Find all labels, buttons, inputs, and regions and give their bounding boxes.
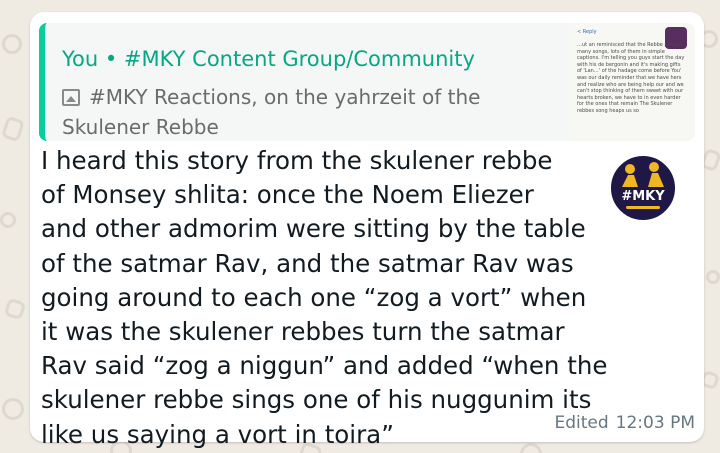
- message-time: 12:03 PM: [615, 413, 695, 433]
- thumbnail-text: …ut an reminisced that the Rebbe poised …: [577, 42, 685, 114]
- wallpaper-doodle: [706, 270, 720, 284]
- sticker-underline: [626, 206, 660, 209]
- quoted-image-thumbnail[interactable]: < Reply …ut an reminisced that the Rebbe…: [569, 23, 695, 141]
- wallpaper-doodle: [1, 115, 25, 143]
- wallpaper-doodle: [2, 398, 24, 420]
- edited-label: Edited: [554, 413, 609, 433]
- sticker-figure-head: [649, 162, 659, 172]
- mky-logo-sticker: #MKY: [609, 154, 677, 222]
- wallpaper-doodle: [2, 34, 22, 54]
- message-bubble[interactable]: You • #MKY Content Group/Community #MKY …: [30, 12, 704, 449]
- sticker-label: #MKY: [621, 189, 665, 204]
- sticker-figure-head: [625, 164, 635, 174]
- quoted-text: #MKY Reactions, on the yahrzeit of the S…: [62, 85, 481, 139]
- wallpaper-doodle: [0, 212, 16, 228]
- message-text: I heard this story from the skulener reb…: [41, 146, 608, 449]
- quoted-author: You • #MKY Content Group/Community: [62, 47, 475, 71]
- sticker-badge: [609, 154, 677, 222]
- thumbnail-header: < Reply: [577, 29, 597, 35]
- image-icon: [62, 89, 80, 106]
- quoted-reply[interactable]: You • #MKY Content Group/Community #MKY …: [39, 23, 695, 141]
- message-meta: Edited 12:03 PM: [555, 413, 696, 433]
- wallpaper-doodle: [3, 297, 27, 321]
- quoted-body: #MKY Reactions, on the yahrzeit of the S…: [62, 82, 492, 141]
